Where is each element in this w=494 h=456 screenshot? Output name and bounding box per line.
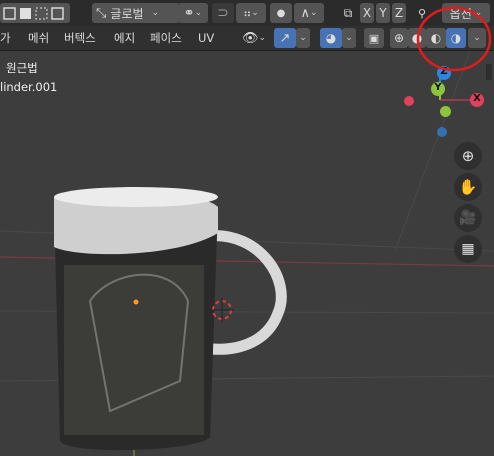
snap-toggle[interactable]: ⊃	[212, 3, 234, 23]
snap-target-dropdown[interactable]: ⠶ ⌄	[236, 3, 266, 23]
menu-uv[interactable]: UV	[198, 28, 214, 48]
mug-handle	[202, 230, 287, 355]
view-perspective-label: 원근법	[6, 61, 38, 75]
mirror-y-button[interactable]: Y	[376, 3, 390, 23]
active-object-name: linder.001	[0, 80, 58, 94]
menu-vertex[interactable]: 버텍스	[64, 28, 96, 48]
falloff-dropdown[interactable]: ∧ ⌄	[294, 3, 324, 23]
camera-icon: 🎥	[459, 210, 477, 226]
menu-edge[interactable]: 에지	[114, 28, 135, 48]
region-toggle-arrow[interactable]	[486, 64, 492, 80]
gizmo-icon: ↗	[279, 30, 291, 46]
object-origin-dot	[133, 299, 139, 305]
transform-orientation-dropdown[interactable]: ⤡ 글로벌 ⌄	[92, 3, 180, 23]
xray-toggle[interactable]: ▣	[364, 28, 384, 48]
gizmo-toggle[interactable]: ↗	[274, 28, 296, 48]
grid-snap-icon: ⠶	[243, 6, 252, 20]
eye-icon: 👁	[241, 30, 259, 46]
select-mode-group[interactable]	[0, 3, 70, 23]
chevron-down-icon: ⌄	[309, 8, 318, 18]
zoom-button[interactable]: ⊕	[454, 142, 482, 170]
chevron-down-icon: ⌄	[194, 8, 203, 18]
gizmo-neg-y-axis[interactable]	[440, 106, 451, 117]
chevron-down-icon: ⌄	[345, 33, 353, 43]
proportional-editing-toggle[interactable]: ●	[270, 3, 292, 23]
xray-icon: ▣	[368, 31, 380, 45]
transform-orientation-label: 글로벌	[110, 6, 144, 21]
menu-add[interactable]: 가	[0, 28, 11, 48]
grid-perspective-icon: ▦	[461, 241, 475, 257]
mirror-z-button[interactable]: Z	[392, 3, 406, 23]
falloff-curve-icon: ∧	[300, 5, 310, 21]
select-mode-icons	[3, 7, 64, 20]
mug-rim-top	[54, 187, 218, 207]
menu-mesh[interactable]: 메쉬	[28, 28, 49, 48]
overlays-dropdown[interactable]: ⌄	[342, 28, 356, 48]
proportional-icon: ●	[276, 7, 286, 19]
chevron-down-icon: ⌄	[299, 33, 307, 43]
gizmo-x-label: X	[473, 93, 481, 104]
menu-face[interactable]: 페이스	[150, 28, 182, 48]
pan-button[interactable]: ✋	[454, 173, 482, 201]
gizmo-dropdown[interactable]: ⌄	[296, 28, 310, 48]
mirror-icon: ⧉	[343, 5, 353, 20]
mirror-y-label: Y	[379, 6, 387, 20]
link-icon: ⚭	[183, 5, 195, 21]
gizmo-neg-z-axis[interactable]	[437, 127, 447, 137]
mirror-z-label: Z	[394, 6, 404, 20]
gizmo-x-axis[interactable]: X	[470, 93, 484, 107]
overlays-toggle[interactable]: ◕	[320, 28, 342, 48]
magnet-icon: ⊃	[217, 5, 229, 21]
gizmo-neg-x-axis[interactable]	[404, 96, 414, 106]
camera-view-button[interactable]: 🎥	[454, 204, 482, 232]
overlays-icon: ◕	[325, 31, 337, 45]
pivot-point-dropdown[interactable]: ⚭ ⌄	[178, 3, 208, 23]
wireframe-sphere-icon: ⊕	[393, 31, 405, 45]
gizmo-y-axis[interactable]: Y	[431, 82, 445, 96]
zoom-icon: ⊕	[461, 147, 475, 165]
mirror-x-label: X	[362, 6, 372, 20]
chevron-down-icon: ⌄	[258, 33, 267, 43]
mirror-options-icon[interactable]: ⧉	[338, 3, 358, 23]
mirror-x-button[interactable]: X	[360, 3, 374, 23]
shading-wireframe-button[interactable]: ⊕	[390, 28, 408, 48]
chevron-down-icon: ⌄	[151, 8, 160, 18]
visibility-dropdown[interactable]: 👁 ⌄	[238, 28, 270, 48]
hand-icon: ✋	[458, 178, 478, 196]
orientation-icon: ⤡	[96, 5, 107, 21]
perspective-toggle-button[interactable]: ▦	[454, 235, 482, 263]
chevron-down-icon: ⌄	[251, 8, 259, 18]
gizmo-y-label: Y	[434, 82, 442, 93]
annotation-circle	[416, 6, 492, 72]
